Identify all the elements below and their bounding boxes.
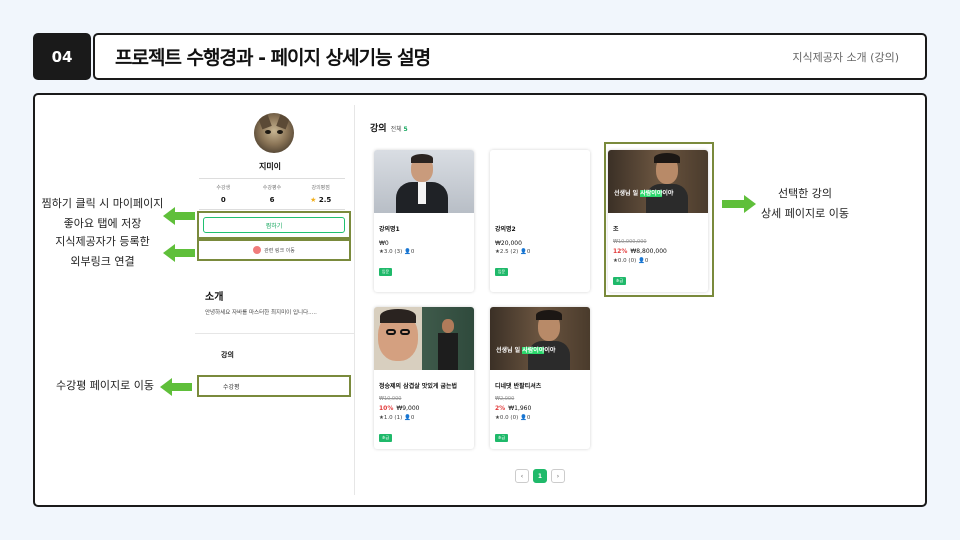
lecture-card-selected[interactable]: 선생님 일 사람이야이야 조 ₩10,000,000 12% ₩8,800,000… [608, 150, 708, 292]
lecture-thumbnail: 선생님 일 사람이야이야 [490, 307, 590, 370]
level-badge: 초급 [495, 434, 508, 442]
sale-price: ₩1,960 [508, 405, 532, 412]
level-badge: 입문 [495, 268, 508, 276]
content-panel [33, 93, 927, 507]
card-rating: ★3.0 (3) 👤0 [379, 249, 415, 255]
level-badge: 초급 [379, 434, 392, 442]
heading-text: 강의 [370, 124, 387, 134]
card-rating: ★2.5 (2) 👤0 [495, 249, 531, 255]
arrow-left-icon [163, 244, 195, 262]
level-badge: 초급 [613, 277, 626, 285]
intro-text: 안녕하세요 자바를 마스터한 최지미이 입니다..... [205, 310, 317, 316]
annotation-link: 지식제공자가 등록한 외부링크 연결 [40, 232, 165, 272]
card-title: 조 [613, 226, 619, 233]
annotation-line: 외부링크 연결 [70, 255, 135, 268]
lecture-thumbnail [374, 150, 474, 213]
lecture-card[interactable]: 강의명2 ₩20,000 ★2.5 (2) 👤0 입문 [490, 150, 590, 292]
total-label: 전체 [390, 126, 402, 133]
card-price: 12% ₩8,800,000 [613, 248, 667, 255]
card-rating: ★1.0 (1) 👤0 [379, 415, 415, 421]
card-title: 정승제의 삼겹살 맛있게 굽는법 [379, 383, 458, 390]
stat-label: 수강생 [216, 185, 231, 191]
link-label: 관련 링크 이동 [264, 247, 295, 254]
sidebar-item-lectures[interactable]: 강의 [221, 350, 234, 360]
card-title: 디네댓 반팔티셔츠 [495, 383, 542, 390]
lecture-card[interactable]: 강의명1 ₩0 ★3.0 (3) 👤0 입문 [374, 150, 474, 292]
arrow-left-icon [160, 378, 192, 396]
page-title: 프로젝트 수행경과 - 페이지 상세기능 설명 [115, 47, 431, 69]
thumb-caption-highlight: 사람이야 [522, 347, 545, 354]
card-price: 2% ₩1,960 [495, 405, 531, 412]
like-button[interactable]: 찜하기 [203, 217, 345, 233]
stat-label: 강의평점 [311, 185, 330, 191]
lecture-card[interactable]: 선생님 일 사람이야이야 디네댓 반팔티셔츠 ₩2,000 2% ₩1,960 ★… [490, 307, 590, 449]
annotation-line: 지식제공자가 등록한 [55, 235, 150, 248]
sale-price: ₩9,000 [396, 405, 420, 412]
card-price: ₩20,000 [495, 240, 522, 247]
annotation-line: 상세 페이지로 이동 [761, 207, 849, 220]
star-icon: ★ [310, 196, 317, 204]
section-number: 04 [33, 33, 91, 80]
card-original-price: ₩10,000,000 [613, 239, 647, 245]
arrow-left-icon [163, 207, 195, 225]
card-rating: ★0.0 (0) 👤0 [495, 415, 531, 421]
lecture-card[interactable]: 정승제의 삼겹살 맛있게 굽는법 ₩10,000 10% ₩9,000 ★1.0 … [374, 307, 474, 449]
page-subtitle: 지식제공자 소개 (강의) [792, 50, 899, 64]
stat-reviews: 수강평수 6 [248, 179, 297, 209]
stat-value: 6 [269, 196, 275, 204]
stat-rating: 강의평점 ★ 2.5 [296, 179, 345, 209]
annotation-selected: 선택한 강의 상세 페이지로 이동 [755, 184, 855, 224]
stat-value: ★ 2.5 [296, 196, 345, 204]
pagination-next-button[interactable]: › [551, 469, 565, 483]
avatar [254, 113, 294, 153]
annotation-line: 선택한 강의 [777, 187, 833, 200]
profile-name: 지미이 [258, 162, 282, 171]
annotation-line: 좋아요 탭에 저장 [63, 217, 142, 230]
card-original-price: ₩10,000 [379, 396, 402, 402]
level-badge: 입문 [379, 268, 392, 276]
pagination-page-1[interactable]: 1 [533, 469, 547, 483]
discount-rate: 12% [613, 248, 628, 255]
link-icon [253, 246, 262, 254]
discount-rate: 10% [379, 405, 394, 412]
discount-rate: 2% [495, 405, 506, 412]
like-highlight: 찜하기 [197, 211, 351, 239]
total-number: 5 [403, 126, 408, 133]
intro-heading: 소개 [205, 292, 224, 303]
thumb-caption-text: 선생님 [614, 190, 631, 197]
lecture-thumbnail: 선생님 일 사람이야이야 [608, 150, 708, 213]
profile-stats: 수강생 0 수강평수 6 강의평점 ★ 2.5 [199, 178, 345, 210]
card-original-price: ₩2,000 [495, 396, 515, 402]
stat-value: 0 [220, 196, 226, 204]
title-bar: 프로젝트 수행경과 - 페이지 상세기능 설명 지식제공자 소개 (강의) [93, 33, 927, 80]
stat-label: 수강평수 [262, 185, 282, 191]
card-title: 강의명2 [495, 226, 516, 233]
external-link-button[interactable]: 관련 링크 이동 [197, 239, 351, 261]
thumb-caption-text: 이야 [544, 347, 556, 354]
lecture-thumbnail [490, 150, 590, 213]
thumb-caption-text: 이야 [662, 190, 674, 197]
annotation-line: 찜하기 클릭 시 마이페이지 [41, 197, 164, 210]
thumb-caption-text: 선생님 [496, 347, 513, 354]
pagination-prev-button[interactable]: ‹ [515, 469, 529, 483]
card-title: 강의명1 [379, 226, 400, 233]
card-price: 10% ₩9,000 [379, 405, 419, 412]
thumb-caption-highlight: 사람이야 [640, 190, 663, 197]
card-price: ₩0 [379, 240, 389, 247]
divider [195, 333, 355, 334]
arrow-right-icon [722, 195, 756, 213]
sale-price: ₩8,800,000 [630, 248, 667, 255]
total-count: 전체 5 [391, 126, 408, 133]
rating-value: 2.5 [318, 196, 332, 204]
stat-students: 수강생 0 [199, 179, 248, 209]
lecture-thumbnail [374, 307, 474, 370]
profile-sidebar: 지미이 수강생 0 수강평수 6 강의평점 ★ 2.5 찜하기 관련 링크 이동… [195, 105, 355, 495]
card-rating: ★0.0 (0) 👤0 [613, 258, 649, 264]
sidebar-item-reviews[interactable]: 수강평 [197, 375, 351, 397]
lecture-list-heading: 강의 전체 5 [370, 121, 408, 134]
annotation-review: 수강평 페이지로 이동 [55, 379, 155, 392]
annotation-like: 찜하기 클릭 시 마이페이지 좋아요 탭에 저장 [40, 194, 165, 234]
